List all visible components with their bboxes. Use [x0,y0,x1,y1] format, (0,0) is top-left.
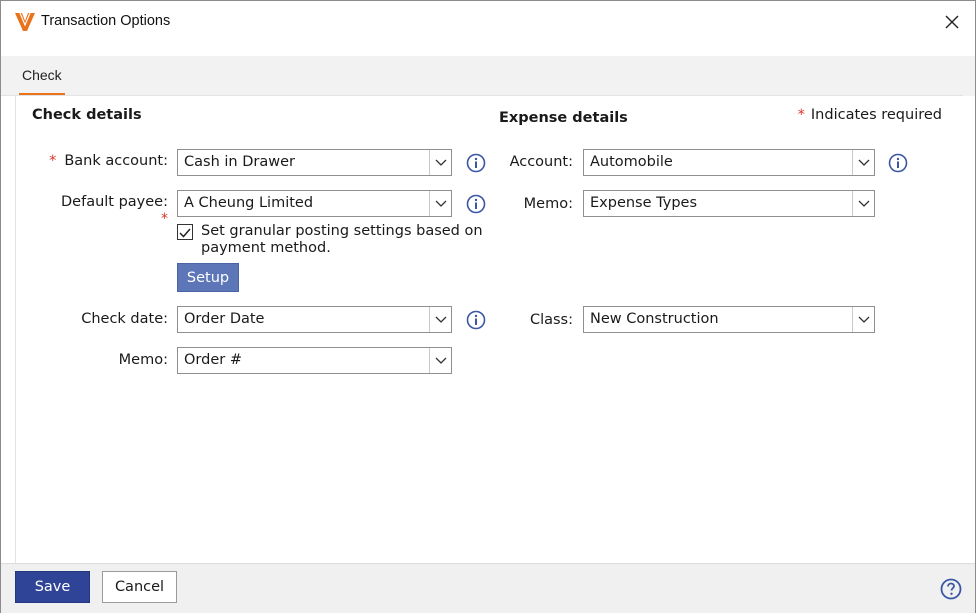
expense-memo-value: Expense Types [590,195,698,211]
tab-check[interactable]: Check [19,57,65,95]
required-star: * [161,211,168,227]
expense-details-heading: Expense details [499,110,628,126]
chevron-down-icon [429,348,451,373]
check-memo-select[interactable]: Order # [177,347,452,374]
required-note: * Indicates required [798,107,942,123]
expense-class-select[interactable]: New Construction [583,306,875,333]
setup-button[interactable]: Setup [177,263,239,292]
chevron-down-icon [429,307,451,332]
expense-memo-label: Memo: [523,196,573,212]
chevron-down-icon [429,191,451,216]
granular-posting-label: Set granular posting settings based on p… [201,223,483,256]
close-icon [945,15,959,29]
check-date-value: Order Date [184,311,265,327]
check-memo-label: Memo: [118,352,168,368]
app-logo-icon [15,13,35,31]
check-memo-value: Order # [184,352,242,368]
bank-account-value: Cash in Drawer [184,154,295,170]
info-icon[interactable] [466,310,486,330]
default-payee-value: A Cheung Limited [184,195,314,211]
required-note-text: Indicates required [810,107,942,123]
title-bar: Transaction Options [1,1,975,43]
check-details-heading: Check details [32,107,142,123]
info-icon[interactable] [888,153,908,173]
bank-account-select[interactable]: Cash in Drawer [177,149,452,176]
chevron-down-icon [852,307,874,332]
check-date-select[interactable]: Order Date [177,306,452,333]
transaction-options-dialog: Transaction Options Check Check details … [0,0,976,613]
expense-class-label: Class: [529,312,573,328]
default-payee-select[interactable]: A Cheung Limited [177,190,452,217]
granular-posting-checkbox[interactable] [177,224,193,240]
required-star: * [49,153,57,169]
expense-account-select[interactable]: Automobile [583,149,875,176]
expense-account-value: Automobile [590,154,673,170]
checkmark-icon [179,228,191,238]
help-icon[interactable] [940,578,962,600]
chevron-down-icon [852,150,874,175]
save-button[interactable]: Save [15,571,90,603]
chevron-down-icon [852,191,874,216]
required-star: * [797,107,805,123]
cancel-button[interactable]: Cancel [102,571,177,603]
bank-account-label: * Bank account: [49,153,168,169]
default-payee-label: Default payee: [61,194,168,210]
chevron-down-icon [429,150,451,175]
expense-memo-select[interactable]: Expense Types [583,190,875,217]
info-icon[interactable] [466,194,486,214]
close-button[interactable] [939,9,965,35]
window-title: Transaction Options [41,13,171,29]
expense-account-label: Account: [509,154,573,170]
tab-bar [1,56,975,96]
info-icon[interactable] [466,153,486,173]
expense-class-value: New Construction [590,311,719,327]
check-date-label: Check date: [81,311,168,327]
